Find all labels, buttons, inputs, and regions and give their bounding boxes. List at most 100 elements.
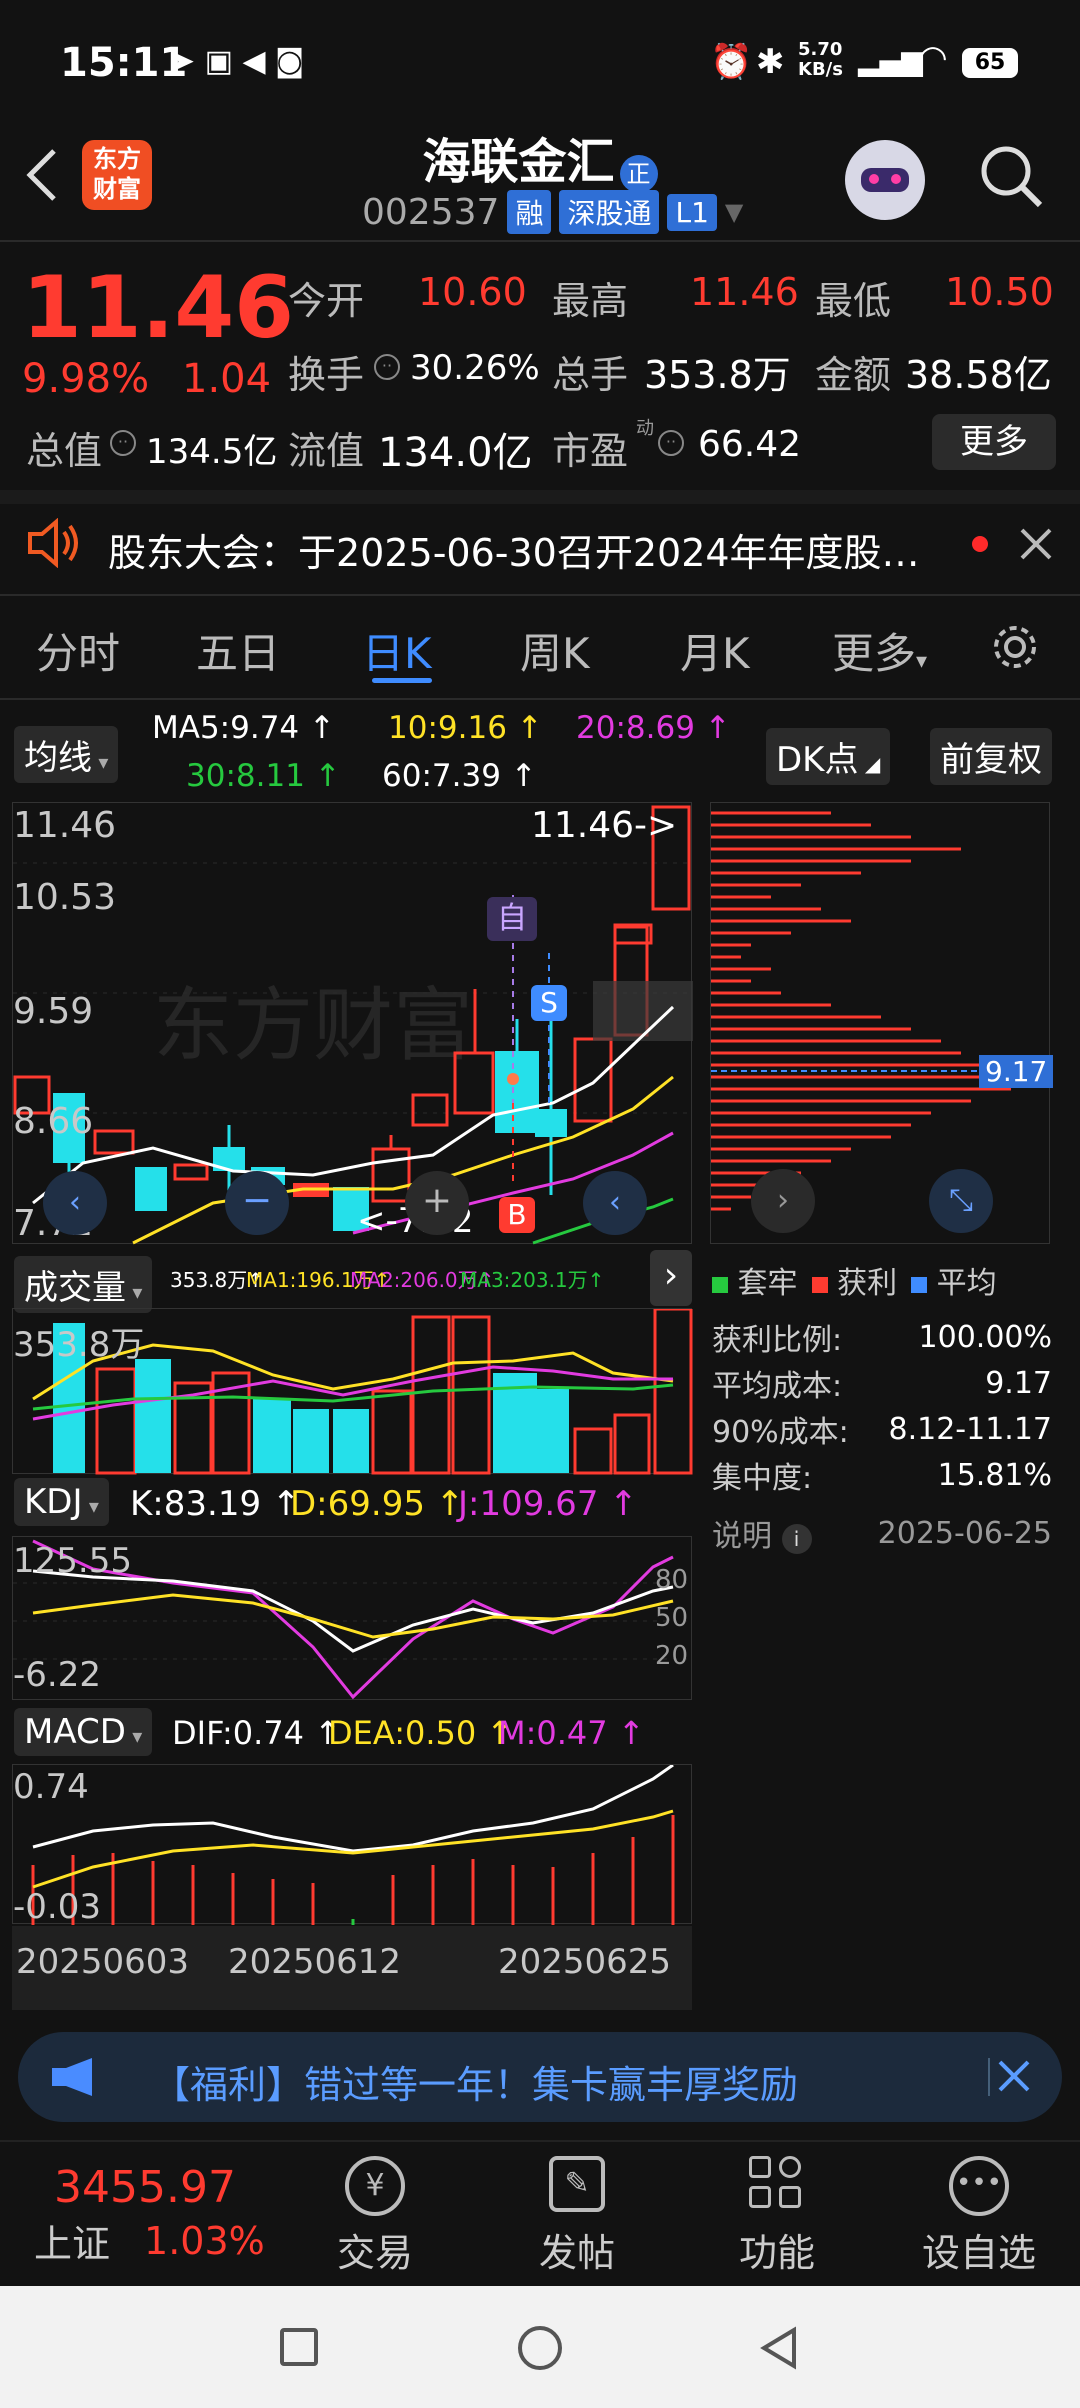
nav-trade[interactable]: ¥ 交易 [300,2156,450,2277]
settings-gear-icon[interactable] [990,622,1040,672]
amount-label: 金额 [815,353,892,397]
date-tick-2: 20250612 [228,1942,402,1982]
more-button[interactable]: 更多 [932,414,1056,470]
active-tab-underline [372,678,432,683]
chip-stat-value: 100.00% [918,1319,1052,1355]
avg-cost-label: 9.17 [979,1055,1054,1088]
pe-superscript: 动 [636,418,654,439]
chip-stat-value: 9.17 [985,1365,1052,1401]
search-icon[interactable] [978,143,1044,209]
notice-text[interactable]: 股东大会：于2025-06-30召开2024年年度股… [108,522,928,577]
edit-icon: ✎ [549,2156,605,2212]
volume-selector[interactable]: 成交量 ▾ [14,1256,153,1313]
kline-tick-1: 11.46 [13,805,117,846]
legend-average: 平均 [911,1258,997,1302]
ma-selector[interactable]: 均线 ▾ [14,726,119,783]
promo-banner[interactable]: 【福利】错过等一年！集卡赢丰厚奖励 [18,2032,1062,2122]
chip-stat-key: 平均成本: [712,1369,843,1404]
chevron-down-icon[interactable]: ▼ [725,198,743,226]
index-pct: 1.03% [144,2218,265,2263]
nav-post[interactable]: ✎ 发帖 [502,2156,652,2277]
info-icon[interactable]: ·· [658,430,684,456]
marker-sell[interactable]: S [531,985,567,1021]
tab-intraday[interactable]: 分时 [36,620,120,681]
ma30-value: 30:8.11 ↑ [186,758,341,794]
expand-icon[interactable]: ⤡ [929,1169,993,1233]
chevron-down-icon: ▾ [92,750,109,774]
recent-apps-icon[interactable] [280,2328,318,2366]
kdj-selector[interactable]: KDJ ▾ [14,1478,109,1526]
chip-stat-value: 8.12-11.17 [888,1411,1052,1447]
bluetooth-icon: ✱ [756,42,785,82]
low-label: 最低 [815,279,892,323]
tag-margin: 融 [507,190,552,234]
chip-stat-row: 获利比例: 100.00% [712,1314,1052,1360]
tab-more[interactable]: 更多▾ [832,620,927,681]
scroll-right-icon[interactable]: › [751,1169,815,1233]
info-icon[interactable]: ·· [374,354,400,380]
macd-selector[interactable]: MACD ▾ [14,1708,153,1756]
mktcap-label: 总值 [26,429,103,473]
chip-note-row: 说明 i 2025-06-25 [712,1506,1052,1560]
amount-value: 38.58亿 [905,353,1052,397]
kdj-chart[interactable]: 125.55 -6.22 80 50 20 [12,1536,693,1700]
chip-note[interactable]: 说明 i [712,1511,812,1555]
close-icon[interactable] [988,2058,1030,2096]
volume-tick: 353.8万 [13,1325,145,1365]
ma10-value: 10:9.16 ↑ [388,710,543,746]
clock: 15:11 [60,40,188,86]
float-value: 134.0亿 [378,430,533,476]
collapse-panel-button[interactable]: › [650,1250,692,1306]
nav-add-watchlist[interactable]: ••• 设自选 [904,2156,1054,2277]
open-label: 今开 [288,279,365,323]
zoom-in-icon[interactable]: + [405,1171,469,1235]
chip-stat-key: 90%成本: [712,1415,849,1450]
trade-icon: ¥ [345,2156,405,2216]
volume-chart[interactable]: 353.8万 [12,1308,693,1475]
back-nav-icon[interactable] [758,2326,798,2370]
chip-stat-key: 集中度: [712,1461,813,1496]
notice-dot [972,536,988,552]
marker-buy[interactable]: B [499,1197,535,1233]
kdj-j: J:109.67 ↑ [458,1484,638,1524]
dk-point-button[interactable]: DK点 ◢ [766,728,891,785]
assistant-robot-icon[interactable] [845,140,925,220]
ma5-value: MA5:9.74 ↑ [152,710,335,746]
title-badge: 正 [619,154,658,193]
macd-chart[interactable]: 0.74 -0.03 [12,1764,692,1927]
adjust-button[interactable]: 前复权 [930,728,1052,785]
close-icon[interactable] [1018,526,1054,562]
scroll-right-icon[interactable]: ‹ [583,1171,647,1235]
tab-five-day[interactable]: 五日 [196,620,280,681]
change-pct: 9.98% [22,356,150,402]
index-widget[interactable]: 3455.97 上证 1.03% [34,2162,284,2268]
divider [0,490,1080,504]
home-icon[interactable] [518,2326,562,2370]
watermark: 东方财富 [153,981,473,1070]
signal-icon: ▂▄▆ [858,44,923,77]
tab-weekly-k[interactable]: 周K [520,620,590,681]
nav-functions[interactable]: 功能 [702,2156,852,2277]
marker-self[interactable]: 自 [487,897,537,941]
legend-trapped: 套牢 [712,1258,798,1302]
speaker-icon [26,517,82,569]
turnover-label: 换手 [288,353,365,397]
kline-chart[interactable]: 东方财富 11.46 10.53 9.59 8.66 11.46-> 自 S B… [12,802,693,1245]
more-dots-icon: ••• [949,2156,1009,2216]
nav-trade-label: 交易 [336,2231,413,2275]
divider [0,240,1080,242]
promo-text[interactable]: 【福利】错过等一年！集卡赢丰厚奖励 [152,2054,798,2109]
tab-monthly-k[interactable]: 月K [680,620,750,681]
macd-m: M:0.47 ↑ [498,1714,645,1752]
tag-level: L1 [667,193,717,231]
chip-distribution[interactable]: 9.17 › ⤡ [710,802,1054,1244]
kline-tick-3: 9.59 [13,991,94,1032]
legend-trapped-label: 套牢 [737,1266,798,1301]
zoom-out-icon[interactable]: − [225,1171,289,1235]
scroll-left-icon[interactable]: ‹ [43,1171,107,1235]
info-icon[interactable]: ·· [110,430,136,456]
stock-code: 002537 [362,191,500,233]
date-tick-1: 20250603 [16,1942,190,1982]
chip-stat-row: 平均成本: 9.17 [712,1360,1052,1406]
tab-daily-k[interactable]: 日K [362,620,432,681]
